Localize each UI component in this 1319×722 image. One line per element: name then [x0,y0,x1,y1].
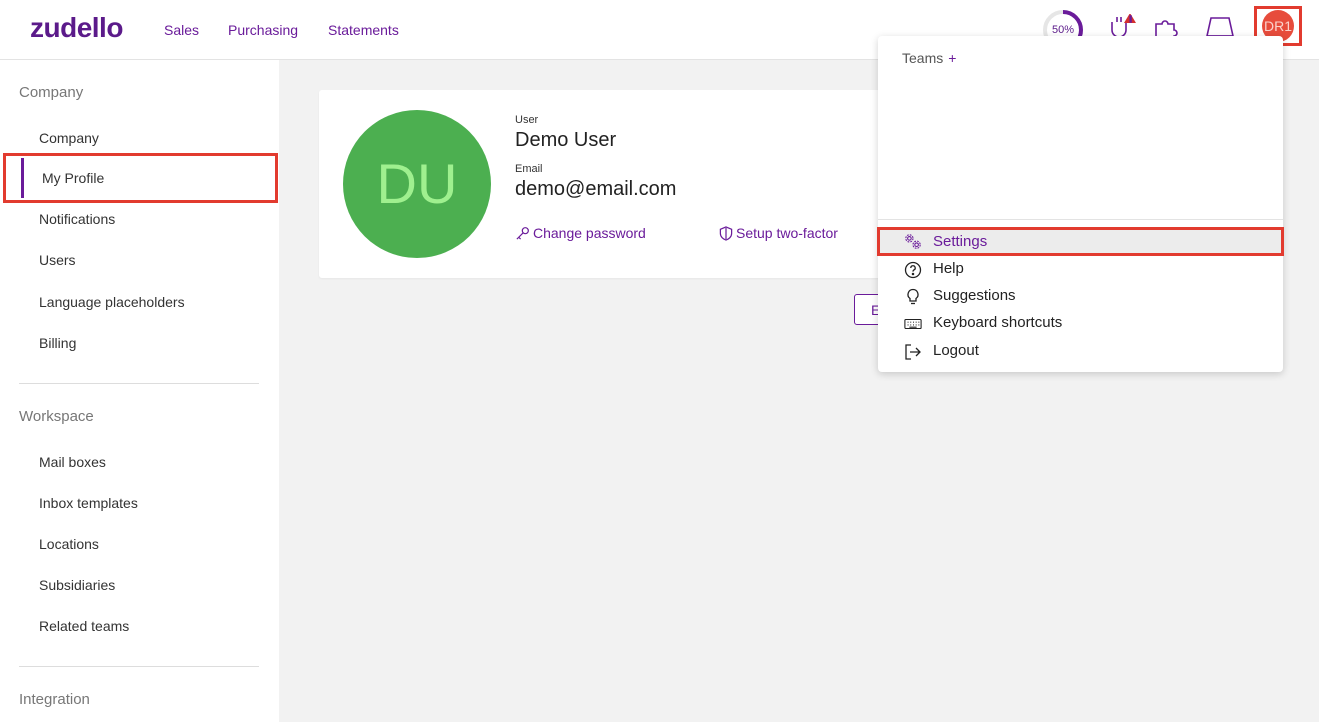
logout-icon [905,344,921,360]
shield-icon [719,225,733,241]
email-label: Email [515,163,543,175]
setup-two-factor-label: Setup two-factor [736,225,838,241]
sidebar-divider [19,666,259,667]
user-name: Demo User [515,129,617,151]
menu-item-label: Settings [933,233,988,250]
nav-purchasing[interactable]: Purchasing [228,22,298,38]
menu-item-label: Logout [933,342,979,359]
setup-two-factor-link[interactable]: Setup two-factor [719,225,838,241]
profile-card: DU User Demo User Email demo@email.com C… [319,90,919,278]
add-team-button[interactable]: + [948,50,956,66]
sidebar-item-language-placeholders[interactable]: Language placeholders [39,294,185,310]
sidebar-item-label: My Profile [42,170,105,186]
svg-text:!: ! [1129,15,1132,24]
sidebar-item-company[interactable]: Company [39,130,99,146]
sidebar-item-related-teams[interactable]: Related teams [39,618,129,634]
teams-header: Teams + [902,50,956,66]
nav-sales[interactable]: Sales [164,22,199,38]
help-icon [904,261,922,279]
sidebar-divider [19,383,259,384]
dropdown-divider [878,219,1283,220]
menu-item-suggestions[interactable]: Suggestions [878,283,1283,310]
user-label: User [515,114,539,126]
user-menu-dropdown: Teams + Settings Help Suggestions Keyboar… [877,36,1284,372]
section-workspace-title: Workspace [19,408,94,425]
menu-item-logout[interactable]: Logout [878,338,1283,365]
key-icon [516,226,529,240]
change-password-link[interactable]: Change password [515,225,646,241]
menu-item-label: Help [933,260,964,277]
menu-item-label: Suggestions [933,287,1016,304]
active-indicator [21,158,24,198]
section-company-title: Company [19,84,84,101]
zudello-logo[interactable]: zudello [30,12,123,44]
profile-avatar: DU [343,110,491,258]
menu-item-keyboard-shortcuts[interactable]: Keyboard shortcuts [878,310,1283,337]
teams-label: Teams [902,50,944,66]
nav-statements[interactable]: Statements [328,22,399,38]
sidebar-item-subsidiaries[interactable]: Subsidiaries [39,577,115,593]
menu-item-label: Keyboard shortcuts [933,314,1063,331]
menu-item-settings[interactable]: Settings [877,227,1284,256]
sidebar-item-notifications[interactable]: Notifications [39,211,115,227]
sidebar-item-mail-boxes[interactable]: Mail boxes [39,454,106,470]
sidebar-item-inbox-templates[interactable]: Inbox templates [39,495,138,511]
sidebar-item-users[interactable]: Users [39,252,76,268]
sidebar-item-locations[interactable]: Locations [39,536,99,552]
sidebar-item-billing[interactable]: Billing [39,335,76,351]
keyboard-icon [904,318,922,330]
sidebar-item-my-profile[interactable]: My Profile [3,153,278,203]
section-integration-title: Integration [19,691,90,708]
change-password-label: Change password [533,225,646,241]
gears-icon [905,234,921,249]
settings-sidebar: Company Company My Profile Notifications… [0,60,279,722]
user-email: demo@email.com [515,178,677,200]
lightbulb-icon [907,288,919,305]
menu-item-help[interactable]: Help [878,256,1283,283]
